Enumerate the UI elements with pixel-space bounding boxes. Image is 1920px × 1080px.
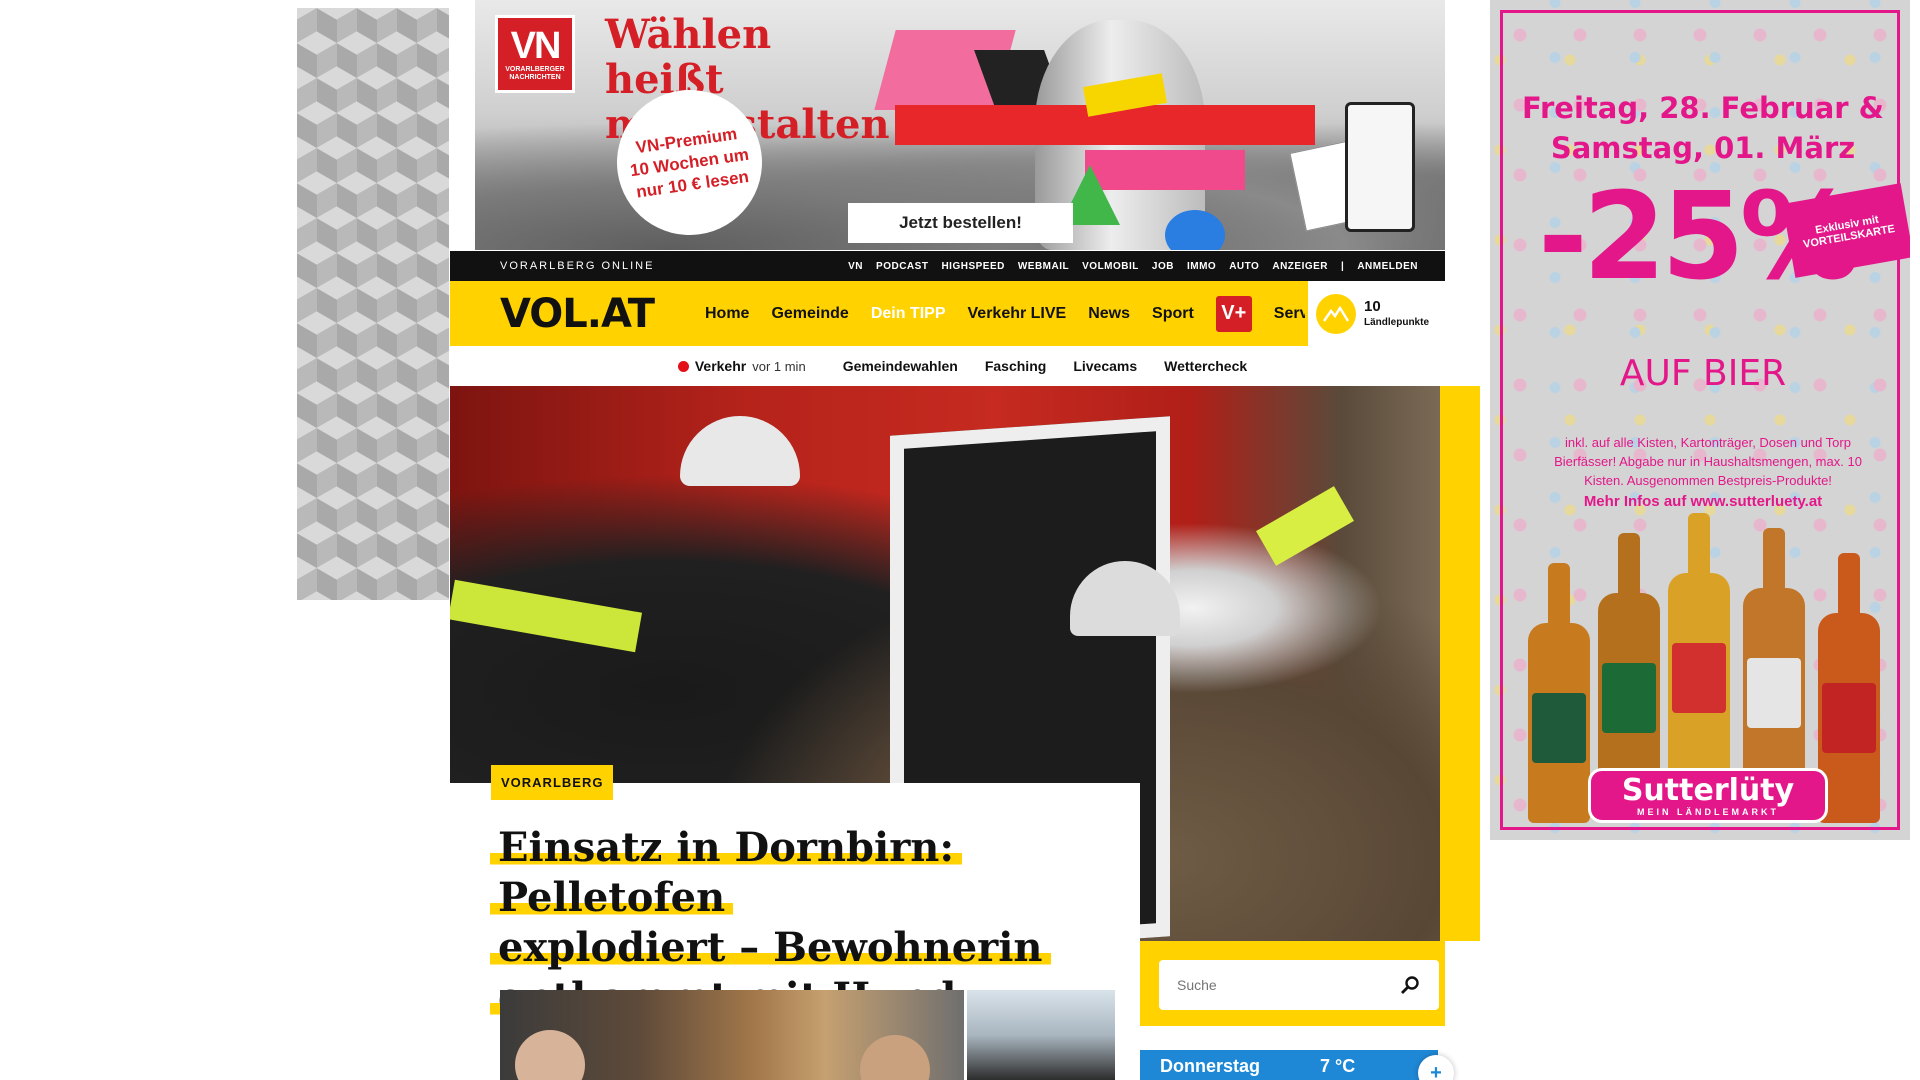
- vn-logo: VN VORARLBERGER NACHRICHTEN: [495, 15, 575, 93]
- ad-date: Freitag, 28. Februar & Samstag, 01. März: [1503, 88, 1903, 168]
- login-link[interactable]: ANMELDEN: [1357, 261, 1418, 272]
- beer-bottle: [1528, 563, 1590, 823]
- points-value: 10: [1364, 297, 1381, 315]
- weather-widget[interactable]: Donnerstag 7 °C: [1140, 1050, 1438, 1080]
- points-label: Ländlepunkte: [1364, 316, 1430, 328]
- category-tag[interactable]: VORARLBERG: [491, 765, 614, 800]
- headline-line: explodiert – Bewohnerin: [490, 924, 1051, 971]
- vplus-button[interactable]: V+: [1215, 295, 1252, 332]
- ad-frame: Freitag, 28. Februar & Samstag, 01. März…: [1500, 10, 1910, 830]
- headline-line: Einsatz in Dornbirn: Pelletofen: [490, 824, 963, 921]
- ad-fine-print: inkl. auf alle Kisten, Kartonträger, Dos…: [1554, 435, 1862, 488]
- hero-image-helmet: [680, 416, 800, 486]
- teaser-image-person: [515, 1030, 585, 1080]
- subnav-link-livecams[interactable]: Livecams: [1073, 358, 1137, 374]
- search-input[interactable]: [1177, 977, 1377, 993]
- weather-temp: 7 °C: [1320, 1056, 1356, 1076]
- network-link-anzeiger[interactable]: ANZEIGER: [1272, 261, 1328, 272]
- bottle-label: [1672, 643, 1726, 713]
- network-link-immo[interactable]: IMMO: [1187, 261, 1216, 272]
- bottle-neck: [1838, 553, 1860, 623]
- left-skin-ad[interactable]: [297, 8, 449, 600]
- sub-navigation: Verkehr vor 1 min Gemeindewahlen Faschin…: [450, 346, 1445, 386]
- ad-date-line: Samstag, 01. März: [1550, 131, 1856, 165]
- nav-item-dein-tipp[interactable]: Dein TIPP: [871, 305, 946, 323]
- bottle-neck: [1763, 528, 1785, 598]
- network-link-webmail[interactable]: WEBMAIL: [1018, 261, 1069, 272]
- ad-more-info-link[interactable]: Mehr Infos auf www.sutterluety.at: [1503, 493, 1903, 510]
- page-root: VN VORARLBERGER NACHRICHTEN Wählen heißt…: [0, 0, 1920, 1080]
- traffic-live-link[interactable]: Verkehr vor 1 min: [677, 358, 806, 374]
- ad-product: AUF BIER: [1619, 353, 1787, 394]
- top-banner-ad[interactable]: VN VORARLBERGER NACHRICHTEN Wählen heißt…: [475, 0, 1445, 250]
- brand-name: Sutterlüty: [1621, 772, 1795, 808]
- network-link-job[interactable]: JOB: [1152, 261, 1174, 272]
- tablet-image: [1345, 102, 1415, 232]
- site-logo[interactable]: VOL.AT: [500, 291, 705, 337]
- site-label: VORARLBERG ONLINE: [500, 260, 655, 272]
- nav-item-verkehr-live[interactable]: Verkehr LIVE: [968, 305, 1067, 323]
- subnav-link-fasching[interactable]: Fasching: [985, 358, 1046, 374]
- traffic-time: vor 1 min: [752, 358, 806, 374]
- brand-tagline: MEIN LÄNDLEMARKT: [1637, 806, 1779, 817]
- network-link-auto[interactable]: AUTO: [1229, 261, 1259, 272]
- bottle-neck: [1618, 533, 1640, 603]
- collage-shape: [1165, 210, 1225, 250]
- subnav-link-gemeindewahlen[interactable]: Gemeindewahlen: [843, 358, 958, 374]
- traffic-label: Verkehr: [694, 358, 747, 374]
- hero-accent-strip: [1440, 386, 1480, 941]
- nav-item-gemeinde[interactable]: Gemeinde: [771, 305, 848, 323]
- network-link-highspeed[interactable]: HIGHSPEED: [941, 261, 1004, 272]
- teaser-image[interactable]: [500, 990, 964, 1080]
- mountain-icon: [1316, 293, 1356, 334]
- teaser-image[interactable]: [967, 990, 1115, 1080]
- search-box: [1159, 960, 1439, 1010]
- nav-item-sport[interactable]: Sport: [1152, 305, 1194, 323]
- network-links: VN PODCAST HIGHSPEED WEBMAIL VOLMOBIL JO…: [848, 261, 1418, 272]
- ad-date-line: Freitag, 28. Februar &: [1522, 91, 1884, 125]
- bottle-neck: [1688, 513, 1710, 583]
- main-navigation: VOL.AT Home Gemeinde Dein TIPP Verkehr L…: [450, 281, 1445, 346]
- network-link-vn[interactable]: VN: [848, 261, 863, 272]
- bottle-label: [1747, 658, 1801, 728]
- nav-item-news[interactable]: News: [1088, 305, 1130, 323]
- nav-item-home[interactable]: Home: [705, 305, 749, 323]
- subnav-link-wettercheck[interactable]: Wettercheck: [1164, 358, 1247, 374]
- sutterluety-logo: Sutterlüty MEIN LÄNDLEMARKT: [1588, 768, 1828, 823]
- points-text: 10 Ländlepunkte: [1364, 298, 1429, 330]
- vn-logo-mark: VN: [510, 25, 562, 67]
- weather-expand-button[interactable]: +: [1418, 1055, 1454, 1080]
- right-sidebar-ad[interactable]: Freitag, 28. Februar & Samstag, 01. März…: [1490, 0, 1910, 840]
- search-icon[interactable]: [1399, 974, 1421, 996]
- vn-logo-subtext: VORARLBERGER NACHRICHTEN: [505, 66, 565, 81]
- network-bar: VORARLBERG ONLINE VN PODCAST HIGHSPEED W…: [450, 251, 1445, 281]
- laendlepunkte-widget[interactable]: 10 Ländlepunkte: [1305, 281, 1445, 346]
- bottle-label: [1602, 663, 1656, 733]
- weather-day: Donnerstag: [1160, 1056, 1261, 1076]
- nav-items: Home Gemeinde Dein TIPP Verkehr LIVE New…: [705, 295, 1331, 332]
- hero-image-reflective-stripe: [450, 579, 643, 653]
- bottle-label: [1822, 683, 1876, 753]
- live-dot-icon: [677, 360, 689, 372]
- hero-image-reflective-stripe: [1256, 486, 1354, 566]
- network-link-volmobil[interactable]: VOLMOBIL: [1082, 261, 1139, 272]
- teaser-image-person: [860, 1035, 930, 1080]
- bottle-neck: [1548, 563, 1570, 633]
- network-link-podcast[interactable]: PODCAST: [876, 261, 928, 272]
- bottle-label: [1532, 693, 1586, 763]
- order-button[interactable]: Jetzt bestellen!: [848, 203, 1073, 243]
- network-divider: |: [1341, 260, 1345, 272]
